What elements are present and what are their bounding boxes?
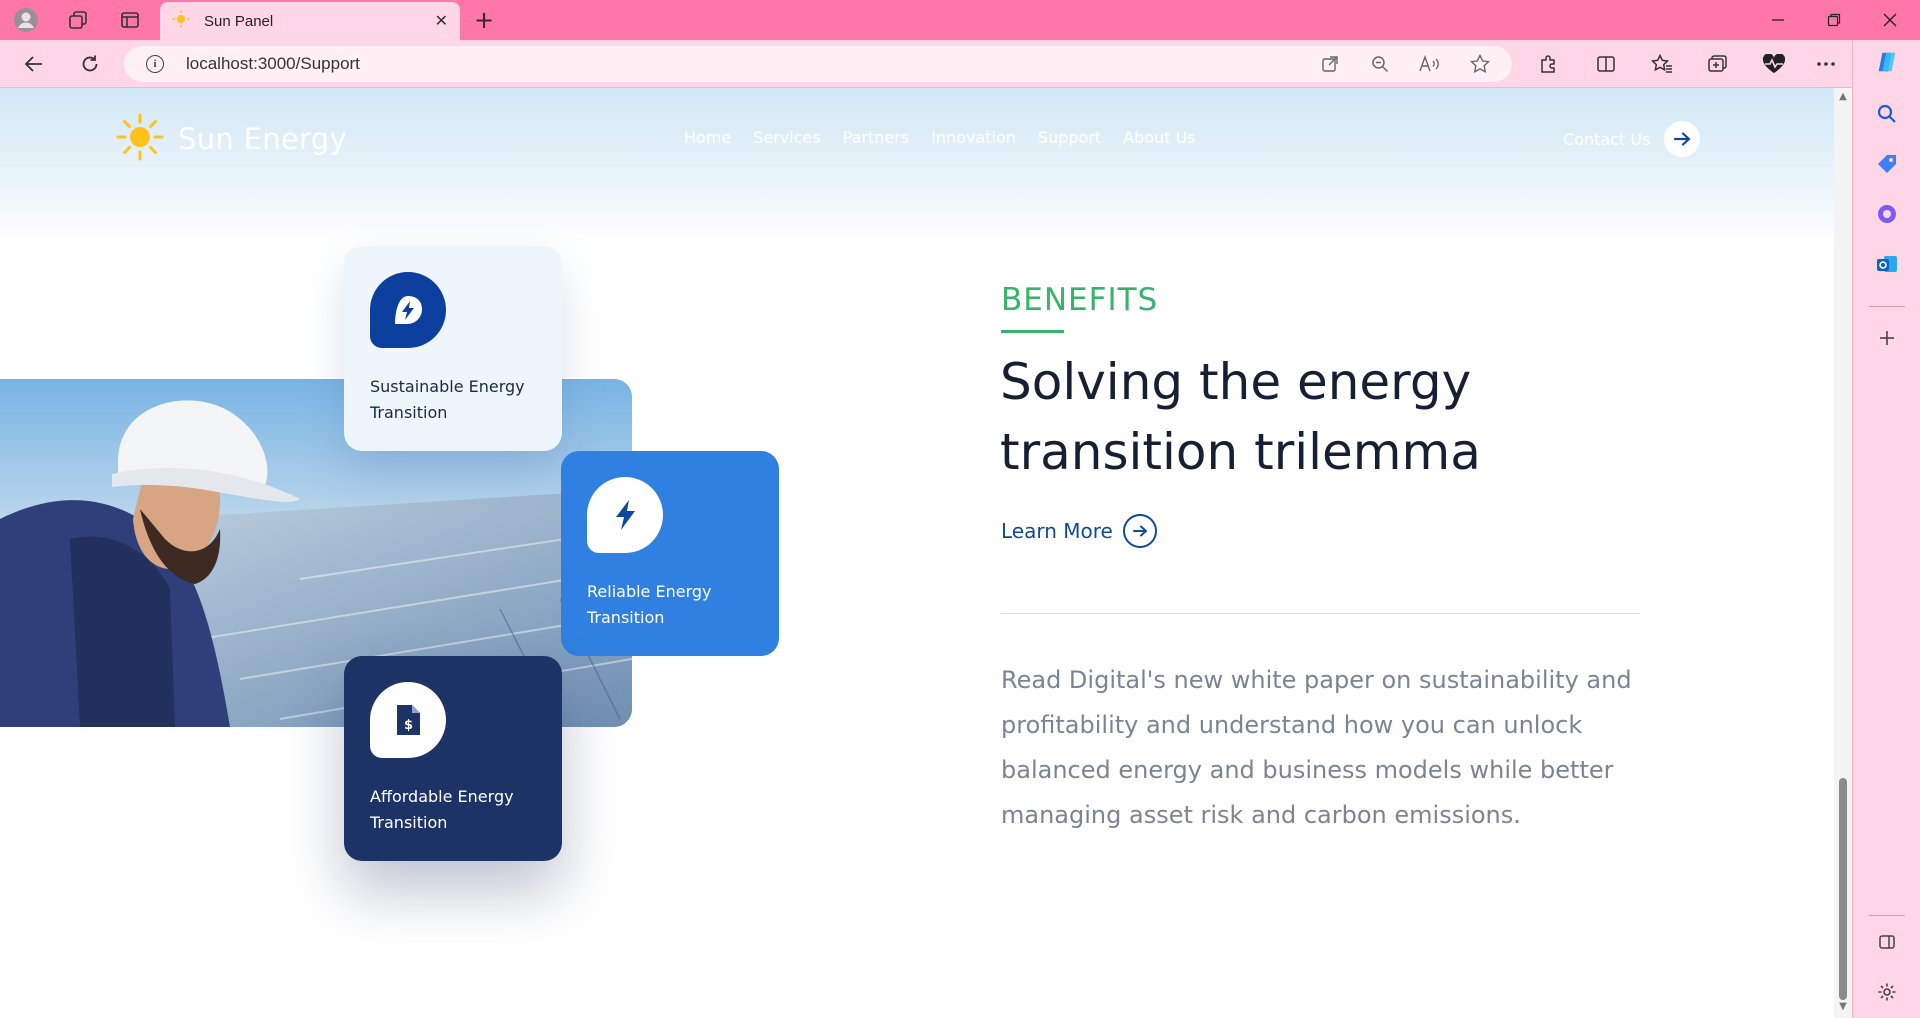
sidebar-divider xyxy=(1869,306,1905,307)
address-bar[interactable]: i localhost:3000/Support xyxy=(124,46,1512,82)
site-logo[interactable]: Sun Energy xyxy=(116,113,347,165)
learn-more-link[interactable]: Learn More xyxy=(1001,514,1157,548)
new-tab-icon[interactable]: + xyxy=(470,6,498,34)
section-eyebrow: BENEFITS xyxy=(1001,282,1159,318)
card-title: Affordable Energy Transition xyxy=(370,787,514,832)
split-screen-icon[interactable] xyxy=(1592,50,1620,78)
contact-us-label: Contact Us xyxy=(1563,129,1651,149)
card-sustainable-energy[interactable]: Sustainable Energy Transition xyxy=(344,246,562,451)
close-tab-icon[interactable]: ✕ xyxy=(435,11,448,30)
more-menu-icon[interactable] xyxy=(1812,50,1840,78)
sun-favicon-icon xyxy=(172,10,190,32)
bolt-icon xyxy=(587,477,663,553)
extensions-icon[interactable] xyxy=(1534,50,1562,78)
card-reliable-energy[interactable]: Reliable Energy Transition xyxy=(561,451,779,656)
heartbeat-icon[interactable] xyxy=(1760,50,1788,78)
browser-toolbar: i localhost:3000/Support xyxy=(0,40,1920,88)
add-sidebar-app-icon[interactable] xyxy=(1875,326,1899,350)
browser-tab-bar: Sun Panel ✕ + xyxy=(0,0,1920,40)
url-text[interactable]: localhost:3000/Support xyxy=(186,54,360,74)
favorites-icon[interactable] xyxy=(1648,50,1676,78)
scroll-down-icon[interactable]: ▼ xyxy=(1838,1002,1848,1012)
site-info-icon[interactable]: i xyxy=(146,55,164,73)
favorite-star-icon[interactable] xyxy=(1468,53,1492,75)
copilot-icon[interactable] xyxy=(1875,50,1899,74)
settings-gear-icon[interactable] xyxy=(1875,980,1899,1004)
main-nav: Home Services Partners Innovation Suppor… xyxy=(684,128,1196,147)
eyebrow-underline xyxy=(1001,330,1064,333)
shopping-tag-icon[interactable] xyxy=(1875,152,1899,176)
nav-about-us[interactable]: About Us xyxy=(1123,128,1195,147)
reload-icon[interactable] xyxy=(76,50,104,78)
copilot-apps-icon[interactable] xyxy=(1875,202,1899,226)
header-background xyxy=(0,88,1834,248)
tab-title: Sun Panel xyxy=(204,12,274,30)
page-scrollbar[interactable]: ▲ ▼ xyxy=(1834,88,1852,1018)
nav-partners[interactable]: Partners xyxy=(843,128,909,147)
hide-sidebar-icon[interactable] xyxy=(1875,930,1899,954)
sidebar-divider xyxy=(1869,915,1905,916)
arrow-right-icon[interactable] xyxy=(1664,121,1701,157)
card-title: Reliable Energy Transition xyxy=(587,582,712,627)
read-aloud-icon[interactable] xyxy=(1418,53,1442,75)
nav-innovation[interactable]: Innovation xyxy=(931,128,1016,147)
brand-name: Sun Energy xyxy=(178,122,347,156)
sun-logo-icon xyxy=(116,113,164,165)
nav-services[interactable]: Services xyxy=(753,128,820,147)
open-in-app-icon[interactable] xyxy=(1318,53,1342,75)
section-body: Read Digital's new white paper on sustai… xyxy=(1001,666,1632,829)
card-title: Sustainable Energy Transition xyxy=(370,377,525,422)
tab-sun-panel[interactable]: Sun Panel ✕ xyxy=(160,2,460,40)
edge-sidebar xyxy=(1852,40,1920,1018)
arrow-right-icon[interactable] xyxy=(1122,514,1157,548)
close-window-icon[interactable] xyxy=(1876,6,1904,34)
restore-icon[interactable] xyxy=(1820,6,1848,34)
card-affordable-energy[interactable]: $ Affordable Energy Transition xyxy=(344,656,562,861)
svg-text:$: $ xyxy=(404,718,413,733)
learn-more-label: Learn More xyxy=(1001,519,1113,543)
search-icon[interactable] xyxy=(1875,102,1899,126)
dollar-document-icon: $ xyxy=(370,682,446,758)
collections-icon[interactable] xyxy=(1704,50,1732,78)
minimize-icon[interactable] xyxy=(1764,6,1792,34)
vertical-tabs-icon[interactable] xyxy=(116,6,144,34)
leaf-bolt-icon xyxy=(370,272,446,348)
outlook-icon[interactable] xyxy=(1875,252,1899,276)
scroll-up-icon[interactable]: ▲ xyxy=(1838,92,1848,102)
workspaces-icon[interactable] xyxy=(64,6,92,34)
back-icon[interactable] xyxy=(20,50,48,78)
contact-us-link[interactable]: Contact Us xyxy=(1563,121,1701,157)
section-headline: Solving the energy transition trilemma xyxy=(1000,353,1481,481)
scrollbar-thumb[interactable] xyxy=(1839,778,1847,1000)
nav-home[interactable]: Home xyxy=(684,128,731,147)
profile-icon[interactable] xyxy=(12,6,40,34)
section-divider xyxy=(1001,613,1640,614)
zoom-icon[interactable] xyxy=(1368,53,1392,75)
nav-support[interactable]: Support xyxy=(1038,128,1101,147)
page-viewport: Sun Energy Home Services Partners Innova… xyxy=(0,88,1834,1018)
